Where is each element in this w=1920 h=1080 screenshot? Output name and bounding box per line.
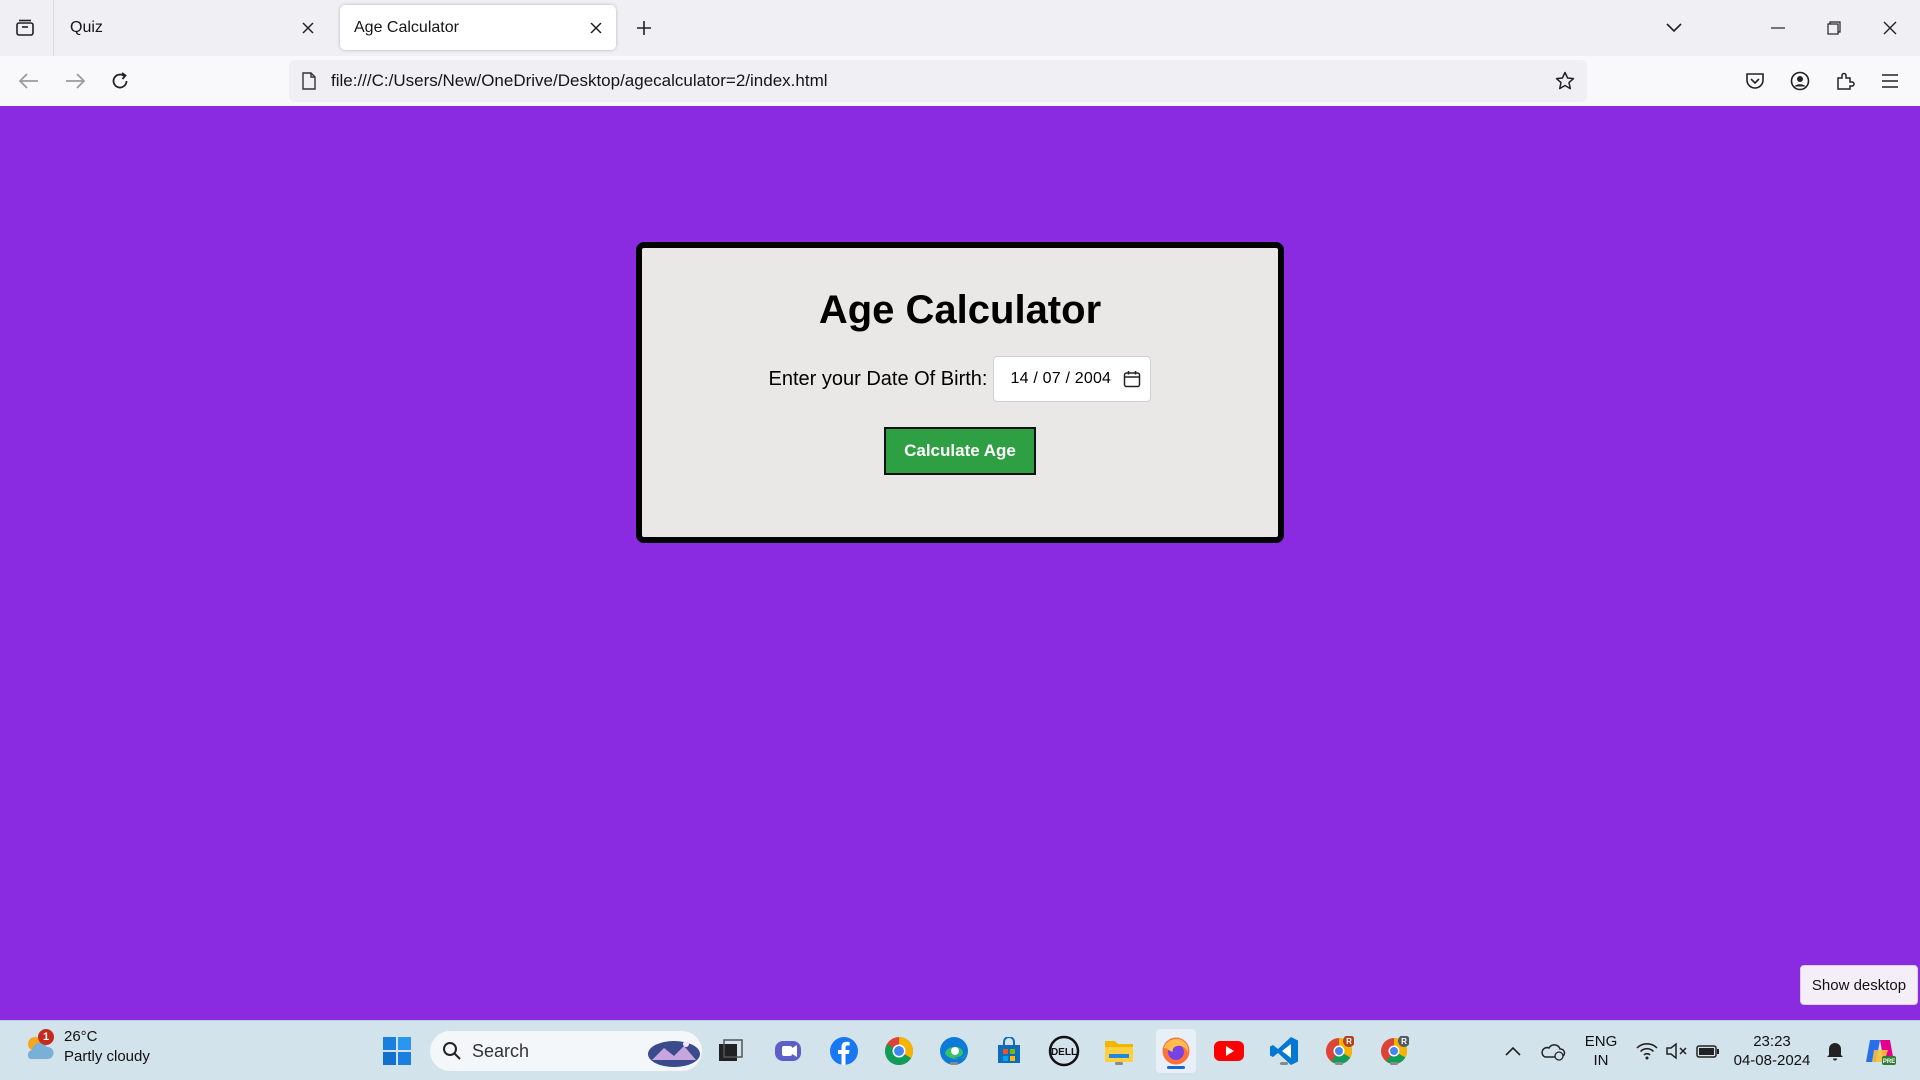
svg-text:R: R bbox=[1346, 1037, 1352, 1046]
running-indicator bbox=[1280, 1062, 1288, 1065]
youtube-icon[interactable] bbox=[1211, 1033, 1247, 1069]
page-title: Age Calculator bbox=[818, 288, 1102, 332]
firefox-icon[interactable] bbox=[1156, 1029, 1196, 1073]
task-view-icon[interactable] bbox=[713, 1033, 749, 1069]
page-icon bbox=[289, 72, 329, 90]
close-window-button[interactable] bbox=[1870, 8, 1910, 48]
age-calculator-card: Age Calculator Enter your Date Of Birth:… bbox=[636, 242, 1284, 543]
calendar-icon[interactable] bbox=[1114, 370, 1150, 388]
svg-text:DELL: DELL bbox=[1051, 1047, 1077, 1058]
language-region: IN bbox=[1593, 1052, 1609, 1069]
dob-day[interactable]: 14 bbox=[1010, 370, 1028, 387]
weather-condition: Partly cloudy bbox=[64, 1048, 150, 1065]
reload-icon[interactable] bbox=[101, 62, 139, 100]
weather-badge: 1 bbox=[38, 1029, 54, 1045]
svg-text:R: R bbox=[1401, 1037, 1407, 1046]
weather-temp: 26°C bbox=[64, 1028, 98, 1045]
svg-text:PRE: PRE bbox=[1883, 1059, 1895, 1065]
pocket-icon[interactable] bbox=[1736, 62, 1774, 100]
url-text[interactable]: file:///C:/Users/New/OneDrive/Desktop/ag… bbox=[329, 71, 1543, 91]
dob-label: Enter your Date Of Birth: bbox=[768, 367, 988, 390]
clock[interactable]: 23:23 04-08-2024 bbox=[1732, 1032, 1812, 1070]
tab-separator bbox=[53, 0, 54, 56]
chrome-icon[interactable] bbox=[881, 1033, 917, 1069]
restore-button[interactable] bbox=[1814, 8, 1854, 48]
search-icon bbox=[443, 1042, 461, 1060]
search-label: Search bbox=[472, 1040, 530, 1061]
dob-value[interactable]: 14 / 07 / 2004 bbox=[1010, 370, 1114, 388]
dob-year[interactable]: 2004 bbox=[1075, 370, 1111, 387]
tab-age-calculator[interactable]: Age Calculator bbox=[340, 5, 616, 50]
weather-widget[interactable]: 1 26°C Partly cloudy bbox=[22, 1027, 150, 1067]
search-highlight-icon bbox=[648, 1041, 700, 1067]
chrome-profile-icon-2[interactable]: R bbox=[1376, 1033, 1412, 1069]
url-bar[interactable]: file:///C:/Users/New/OneDrive/Desktop/ag… bbox=[289, 60, 1587, 102]
clock-time: 23:23 bbox=[1753, 1033, 1791, 1050]
bookmark-star-icon[interactable] bbox=[1543, 71, 1587, 91]
tab-quiz[interactable]: Quiz bbox=[56, 5, 328, 50]
language-code: ENG bbox=[1584, 1033, 1618, 1050]
running-indicator bbox=[1335, 1062, 1343, 1065]
tab-title: Quiz bbox=[70, 18, 103, 36]
close-icon[interactable] bbox=[292, 12, 324, 44]
teams-icon[interactable] bbox=[770, 1033, 806, 1069]
copilot-icon[interactable]: PRE bbox=[1862, 1033, 1898, 1069]
browser-nav-bar: file:///C:/Users/New/OneDrive/Desktop/ag… bbox=[0, 56, 1920, 106]
calculate-age-button[interactable]: Calculate Age bbox=[884, 427, 1036, 475]
dob-row: Enter your Date Of Birth: 14 / 07 / 2004 bbox=[642, 356, 1278, 402]
active-indicator bbox=[1167, 1066, 1185, 1069]
minimize-button[interactable] bbox=[1758, 8, 1798, 48]
vscode-icon[interactable] bbox=[1266, 1033, 1302, 1069]
edge-icon[interactable] bbox=[936, 1033, 972, 1069]
dob-month[interactable]: 07 bbox=[1043, 370, 1061, 387]
battery-icon[interactable] bbox=[1690, 1033, 1726, 1069]
close-icon[interactable] bbox=[580, 12, 612, 44]
language-indicator[interactable]: ENG IN bbox=[1580, 1032, 1622, 1070]
menu-hamburger-icon[interactable] bbox=[1871, 62, 1909, 100]
forward-arrow-icon[interactable] bbox=[56, 62, 94, 100]
weather-icon: 1 bbox=[22, 1029, 56, 1065]
chrome-profile-icon[interactable]: R bbox=[1321, 1033, 1357, 1069]
running-indicator bbox=[1115, 1062, 1123, 1065]
file-explorer-icon[interactable] bbox=[1101, 1033, 1137, 1069]
browser-tab-bar: Quiz Age Calculator bbox=[0, 0, 1920, 56]
account-icon[interactable] bbox=[1781, 62, 1819, 100]
new-tab-button[interactable] bbox=[628, 10, 660, 46]
notification-bell-icon[interactable] bbox=[1817, 1033, 1853, 1069]
chevron-down-icon[interactable] bbox=[1654, 8, 1694, 48]
windows-taskbar: 1 26°C Partly cloudy Search DELL R R ENG… bbox=[0, 1020, 1920, 1080]
onedrive-sync-icon[interactable] bbox=[1535, 1033, 1571, 1069]
back-arrow-icon[interactable] bbox=[10, 62, 48, 100]
facebook-icon[interactable] bbox=[826, 1033, 862, 1069]
microsoft-store-icon[interactable] bbox=[991, 1033, 1027, 1069]
running-indicator bbox=[950, 1062, 958, 1065]
show-desktop-tooltip: Show desktop bbox=[1800, 965, 1918, 1005]
tab-list-icon[interactable] bbox=[6, 10, 44, 46]
running-indicator bbox=[1390, 1062, 1398, 1065]
windows-start-icon[interactable] bbox=[379, 1033, 415, 1069]
clock-date: 04-08-2024 bbox=[1733, 1052, 1811, 1069]
dell-icon[interactable]: DELL bbox=[1046, 1033, 1082, 1069]
tab-title: Age Calculator bbox=[354, 18, 459, 36]
page-viewport: Age Calculator Enter your Date Of Birth:… bbox=[0, 106, 1920, 1020]
dob-date-input[interactable]: 14 / 07 / 2004 bbox=[993, 356, 1152, 402]
extensions-icon[interactable] bbox=[1826, 62, 1864, 100]
taskbar-search[interactable]: Search bbox=[430, 1031, 702, 1071]
chevron-up-icon[interactable] bbox=[1495, 1033, 1531, 1069]
